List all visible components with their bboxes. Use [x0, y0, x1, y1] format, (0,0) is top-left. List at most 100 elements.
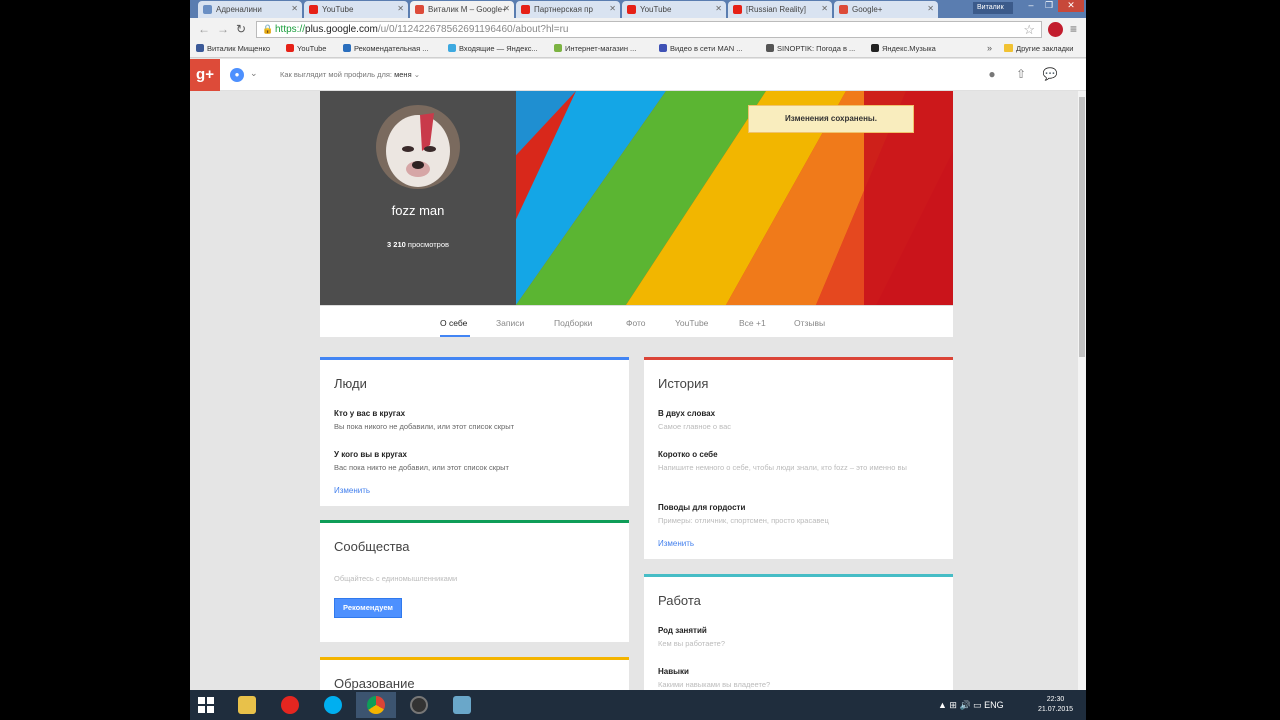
work-title: Работа [658, 593, 701, 608]
people-edit-link[interactable]: Изменить [334, 486, 370, 495]
folder-icon [1004, 44, 1013, 52]
extension-icon[interactable] [1048, 22, 1063, 37]
tab-plusones[interactable]: Все +1 [739, 318, 766, 328]
avatar[interactable] [376, 105, 460, 189]
views-label: просмотров [407, 240, 449, 249]
profile-chip[interactable]: Виталик [973, 2, 1013, 14]
bookmark[interactable]: Видео в сети MAN ... [659, 44, 742, 53]
close-icon[interactable]: ✕ [715, 4, 722, 13]
scrollbar[interactable] [1078, 91, 1086, 690]
view-profile-as[interactable]: Как выглядит мой профиль для: меня ⌄ [280, 70, 420, 79]
tab-posts[interactable]: Записи [496, 318, 524, 328]
android-icon [554, 44, 562, 52]
address-bar[interactable]: 🔒 https://plus.google.com/u/0/1124226785… [256, 21, 1042, 38]
chevron-down-icon: ⌄ [413, 70, 421, 79]
tab-favicon [839, 5, 848, 14]
tab-strip: Адреналини ✕ YouTube ✕ Виталик М – Google+… [190, 0, 1086, 18]
communities-title: Сообщества [334, 539, 410, 554]
cover-photo[interactable]: Изменения сохранены. [516, 91, 953, 305]
scroll-thumb[interactable] [1079, 97, 1085, 357]
gplus-header: g+ ● ⌄ Как выглядит мой профиль для: мен… [190, 59, 1086, 91]
bookmarks-overflow[interactable]: » [987, 43, 992, 53]
taskbar-app[interactable] [442, 692, 482, 718]
communities-subtitle: Общайтесь с единомышленниками [334, 574, 458, 583]
intro-value: Напишите немного о себе, чтобы люди знал… [658, 463, 907, 472]
skype-icon [324, 696, 342, 714]
tab-about[interactable]: О себе [440, 318, 467, 328]
profile-info-panel: fozz man 3 210 просмотров [320, 91, 516, 305]
bookmark[interactable]: Интернет-магазин ... [554, 44, 636, 53]
share-icon[interactable]: ⇧ [1013, 67, 1029, 83]
language-indicator[interactable]: ENG [984, 700, 1004, 710]
in-circles-value: Вас пока никто не добавил, или этот спис… [334, 463, 509, 472]
browser-tab[interactable]: Партнерская пр ✕ [516, 1, 620, 18]
other-bookmarks[interactable]: Другие закладки [1004, 44, 1073, 53]
tagline-title: В двух словах [658, 409, 716, 418]
url-scheme: https:// [275, 24, 306, 35]
menu-icon[interactable]: ≡ [1070, 22, 1077, 36]
gplus-logo[interactable]: g+ [190, 59, 220, 91]
tab-favicon [733, 5, 742, 14]
bookmark[interactable]: Яндекс.Музыка [871, 44, 936, 53]
close-icon[interactable]: ✕ [609, 4, 616, 13]
close-icon[interactable]: ✕ [821, 4, 828, 13]
bookmark[interactable]: SINOPTIK: Погода в ... [766, 44, 855, 53]
tab-photos[interactable]: Фото [626, 318, 646, 328]
taskbar-skype[interactable] [313, 692, 353, 718]
people-title: Люди [334, 376, 367, 391]
minimize-icon[interactable]: – [1022, 0, 1040, 12]
story-edit-link[interactable]: Изменить [658, 539, 694, 548]
tab-reviews[interactable]: Отзывы [794, 318, 825, 328]
back-icon[interactable]: ← [198, 22, 210, 36]
tab-label: Google+ [852, 5, 883, 14]
tab-favicon [415, 5, 424, 14]
browser-tab[interactable]: Google+ ✕ [834, 1, 938, 18]
mail-icon [448, 44, 456, 52]
people-card: Люди Кто у вас в кругах Вы пока никого н… [320, 357, 629, 506]
bookmark-label: Виталик Мищенко [207, 44, 271, 53]
taskbar-yandex[interactable] [270, 692, 310, 718]
browser-tab-active[interactable]: Виталик М – Google+ ✕ [410, 1, 514, 18]
bookmark[interactable]: Рекомендательная ... [343, 44, 429, 53]
windows-start-icon[interactable] [198, 697, 214, 713]
browser-tab[interactable]: YouTube ✕ [622, 1, 726, 18]
bragging-value: Примеры: отличник, спортсмен, просто кра… [658, 516, 829, 525]
browser-tab[interactable]: [Russian Reality] ✕ [728, 1, 832, 18]
music-icon [871, 44, 879, 52]
clock[interactable]: 22:30 21.07.2015 [1038, 695, 1073, 715]
clock-time: 22:30 [1046, 696, 1065, 703]
yandex-icon [281, 696, 299, 714]
bookmark[interactable]: Виталик Мищенко [196, 44, 270, 53]
bookmark[interactable]: YouTube [286, 44, 326, 53]
close-icon[interactable]: ✕ [397, 4, 404, 13]
forward-icon[interactable]: → [217, 22, 229, 36]
taskbar-chrome[interactable] [356, 692, 396, 718]
profile-header: fozz man 3 210 просмотров Изменения сохр… [320, 91, 953, 337]
tab-collections[interactable]: Подборки [554, 318, 592, 328]
chrome-icon [367, 696, 385, 714]
close-icon[interactable]: ✕ [291, 4, 298, 13]
hangouts-icon[interactable]: 💬 [1042, 67, 1058, 83]
education-card: Образование [320, 657, 629, 690]
taskbar-explorer[interactable] [227, 692, 267, 718]
tab-youtube[interactable]: YouTube [675, 318, 708, 328]
restore-icon[interactable]: ❐ [1040, 0, 1058, 12]
browser-toolbar: ← → ↻ 🔒 https://plus.google.com/u/0/1124… [190, 18, 1086, 40]
in-circles-title: У кого вы в кругах [334, 450, 407, 459]
close-icon[interactable]: ✕ [927, 4, 934, 13]
browser-tab[interactable]: YouTube ✕ [304, 1, 408, 18]
system-tray[interactable]: ▲ ⊞ 🔊 ▭ ENG [938, 700, 1004, 711]
recommend-button[interactable]: Рекомендуем [334, 598, 402, 618]
close-icon[interactable]: ✕ [503, 4, 510, 13]
notifications-icon[interactable]: ● [984, 67, 1000, 83]
reload-icon[interactable]: ↻ [236, 22, 246, 36]
close-window-icon[interactable]: ✕ [1058, 0, 1084, 12]
view-as-label: Как выглядит мой профиль для: [280, 70, 393, 79]
star-icon[interactable]: ☆ [1023, 22, 1035, 38]
taskbar-obs[interactable] [399, 692, 439, 718]
browser-tab[interactable]: Адреналини ✕ [198, 1, 302, 18]
story-card: История В двух словах Самое главное о ва… [644, 357, 953, 559]
tab-favicon [521, 5, 530, 14]
bookmark[interactable]: Входящие — Яндекс... [448, 44, 538, 53]
user-menu[interactable]: ● ⌄ [230, 68, 262, 82]
